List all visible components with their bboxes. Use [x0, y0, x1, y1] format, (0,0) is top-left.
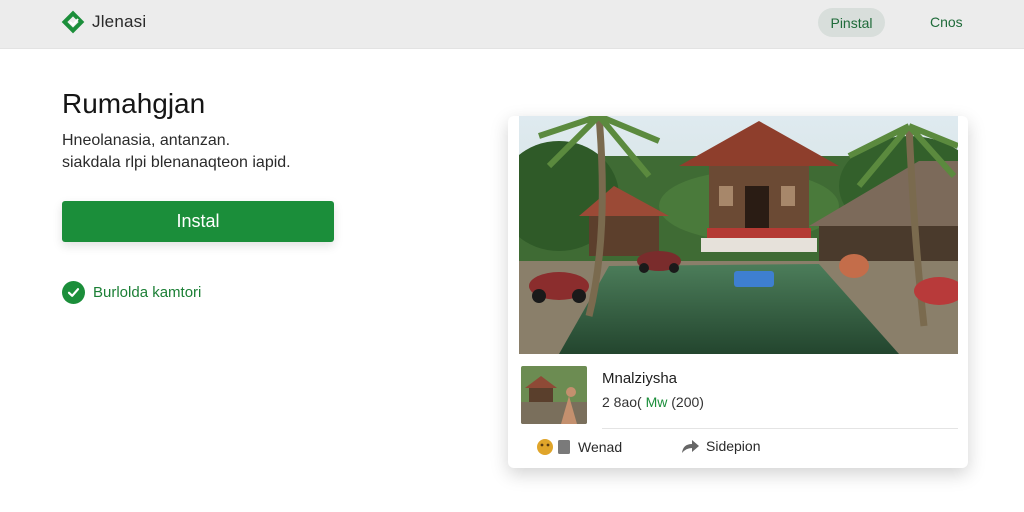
- nav-pinstal-button[interactable]: Pinstal: [818, 8, 885, 37]
- bookmark-icon: [536, 438, 572, 456]
- subtitle-line-2: siakdala rlpi blenanaqteon iapid.: [62, 154, 291, 171]
- listing-photo[interactable]: [519, 116, 958, 354]
- page-subtitle: Hneolanasia, antanzan. siakdala rlpi ble…: [62, 130, 382, 174]
- share-button[interactable]: Sidepion: [680, 438, 761, 454]
- check-circle-icon: [62, 281, 85, 304]
- listing-thumbnail[interactable]: [521, 366, 587, 424]
- listing-title: Mnalziysha: [602, 370, 678, 387]
- brand-logo[interactable]: Jlenasi: [60, 9, 146, 35]
- listing-card[interactable]: Mnalziysha 2 8ao( Mw (200) Wenad Sidepio…: [508, 116, 968, 468]
- diamond-logo-icon: [60, 9, 86, 35]
- verified-label: Burlolda kamtori: [93, 284, 202, 301]
- rating-prefix: 2 8ao(: [602, 394, 642, 410]
- listing-rating: 2 8ao( Mw (200): [602, 394, 704, 410]
- share-arrow-icon: [680, 438, 700, 454]
- share-label: Sidepion: [706, 438, 761, 454]
- verified-row: Burlolda kamtori: [62, 281, 201, 304]
- nav-cnos-link[interactable]: Cnos: [930, 14, 963, 30]
- install-button[interactable]: Instal: [62, 201, 334, 242]
- brand-name: Jlenasi: [92, 12, 147, 31]
- card-divider: [602, 428, 958, 429]
- save-button[interactable]: Wenad: [536, 438, 622, 456]
- save-label: Wenad: [578, 439, 623, 455]
- top-bar: Jlenasi Pinstal Cnos: [0, 0, 1024, 49]
- rating-count: (200): [671, 394, 704, 410]
- rating-badge: Mw: [645, 394, 668, 410]
- subtitle-line-1: Hneolanasia, antanzan.: [62, 132, 231, 149]
- page-title: Rumahgjan: [62, 88, 206, 119]
